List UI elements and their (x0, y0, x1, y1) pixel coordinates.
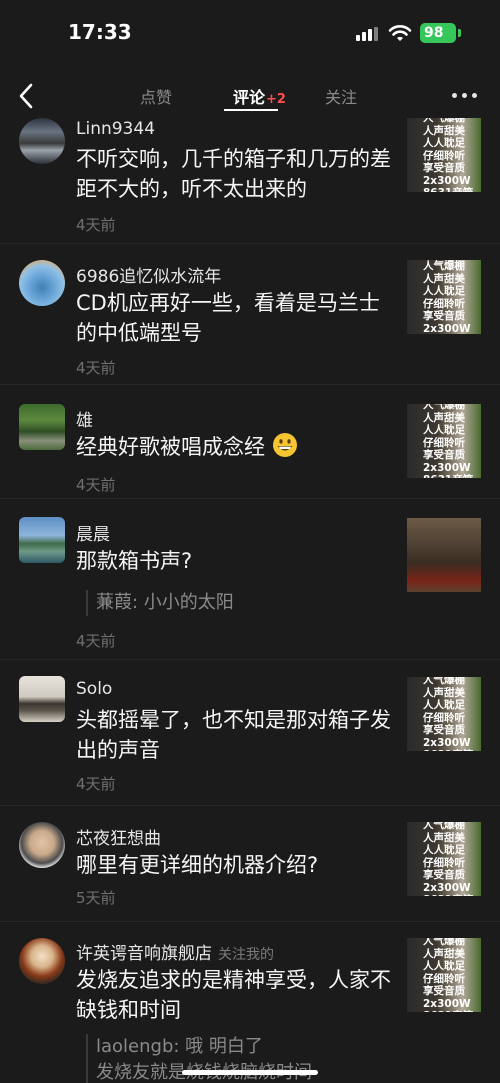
comment-author[interactable]: Linn9344 (76, 119, 155, 139)
reply-quote[interactable]: 蒹葭: 小小的太阳 (86, 590, 234, 616)
grinning-face-emoji (272, 433, 297, 457)
comment-list[interactable]: Linn9344 不听交响，几千的箱子和几万的差距不大的，听不太出来的 4天前 … (0, 118, 500, 1083)
tab-likes[interactable]: 点赞 (140, 84, 172, 108)
comment-text: 那款箱书声? (76, 549, 193, 573)
more-icon[interactable] (452, 93, 478, 99)
video-thumbnail[interactable]: 人气爆棚 人声甜美 人人耽足 仔细聆听 享受音质 2x300W 8631音箱 (407, 938, 481, 1012)
back-icon[interactable] (16, 82, 38, 110)
status-bar: 17:33 98 (0, 0, 500, 70)
tab-likes-label: 点赞 (140, 88, 173, 107)
avatar[interactable] (19, 404, 65, 450)
comment-author[interactable]: 芯夜狂想曲 (76, 824, 161, 849)
thumbnail-caption: 人气爆棚 人声甜美 人人耽足 仔细聆听 享受音质 2x300W 8631音箱 (423, 118, 473, 192)
list-item[interactable]: Linn9344 不听交响，几千的箱子和几万的差距不大的，听不太出来的 4天前 … (0, 118, 500, 244)
list-item[interactable]: 雄 经典好歌被唱成念经 4天前 人气爆棚 人声甜美 人人耽足 仔细聆听 享受音质… (0, 385, 500, 499)
comment-time: 4天前 (76, 632, 116, 650)
list-item[interactable]: 晨晨 那款箱书声? 蒹葭: 小小的太阳 4天前 (0, 499, 500, 660)
avatar[interactable] (19, 676, 65, 722)
wifi-icon (388, 25, 412, 41)
comment-author[interactable]: 6986追忆似水流年 (76, 262, 221, 287)
tab-comments-badge: +2 (266, 92, 286, 107)
thumbnail-caption: 人气爆棚 人声甜美 人人耽足 仔细聆听 享受音质 2x300W 8631音箱 (423, 822, 473, 896)
video-thumbnail[interactable]: 人气爆棚 人声甜美 人人耽足 仔细聆听 享受音质 2x300W 8631音箱 (407, 260, 481, 334)
comment-author-name: 许英谔音响旗舰店 (76, 944, 212, 964)
video-thumbnail[interactable]: 人气爆棚 人声甜美 人人耽足 仔细聆听 享受音质 2x300W 8631音箱 (407, 118, 481, 192)
home-indicator[interactable] (182, 1070, 318, 1075)
avatar[interactable] (19, 822, 65, 868)
comment-text: 不听交响，几千的箱子和几万的差距不大的，听不太出来的 (76, 147, 391, 201)
comment-text: CD机应再好一些，看着是马兰士的中低端型号 (76, 291, 380, 345)
comment-text-content: 经典好歌被唱成念经 (76, 435, 265, 459)
avatar[interactable] (19, 118, 65, 164)
comment-author[interactable]: 雄 (76, 406, 93, 431)
list-item[interactable]: Solo 头都摇晕了，也不知是那对箱子发出的声音 4天前 人气爆棚 人声甜美 人… (0, 660, 500, 806)
video-thumbnail[interactable]: 人气爆棚 人声甜美 人人耽足 仔细聆听 享受音质 2x300W 8631音箱 (407, 677, 481, 751)
status-time: 17:33 (68, 20, 132, 44)
comment-author[interactable]: Solo (76, 679, 112, 699)
comment-author[interactable]: 许英谔音响旗舰店 关注我的 (76, 939, 274, 964)
tab-follows-label: 关注 (325, 88, 358, 107)
battery-icon: 98 (420, 23, 456, 43)
list-item[interactable]: 许英谔音响旗舰店 关注我的 发烧友追求的是精神享受，人家不缺钱和时间 laolen… (0, 922, 500, 1083)
comment-time: 4天前 (76, 476, 116, 494)
thumbnail-caption: 人气爆棚 人声甜美 人人耽足 仔细聆听 享受音质 2x300W 8631音箱 (423, 404, 473, 478)
avatar[interactable] (19, 517, 65, 563)
comment-time: 5天前 (76, 889, 116, 907)
tab-follows[interactable]: 关注 (325, 84, 357, 108)
tab-comments-label: 评论 (233, 88, 266, 107)
follower-tag: 关注我的 (218, 947, 274, 963)
signal-icon (356, 27, 378, 41)
comment-text: 头都摇晕了，也不知是那对箱子发出的声音 (76, 708, 391, 762)
avatar[interactable] (19, 938, 65, 984)
top-nav: 点赞 评论+2 关注 (0, 70, 500, 122)
comment-time: 4天前 (76, 775, 116, 793)
thumbnail-caption: 人气爆棚 人声甜美 人人耽足 仔细聆听 享受音质 2x300W 8631音箱 (423, 938, 473, 1012)
list-item[interactable]: 芯夜狂想曲 哪里有更详细的机器介绍? 5天前 人气爆棚 人声甜美 人人耽足 仔细… (0, 806, 500, 922)
comment-time: 4天前 (76, 359, 116, 377)
comment-time: 4天前 (76, 216, 116, 234)
battery-tip (458, 29, 461, 37)
comment-text: 哪里有更详细的机器介绍? (76, 853, 319, 877)
video-thumbnail[interactable]: 人气爆棚 人声甜美 人人耽足 仔细聆听 享受音质 2x300W 8631音箱 (407, 404, 481, 478)
active-tab-underline (224, 109, 278, 111)
list-item[interactable]: 6986追忆似水流年 CD机应再好一些，看着是马兰士的中低端型号 4天前 人气爆… (0, 244, 500, 385)
thumbnail-caption: 人气爆棚 人声甜美 人人耽足 仔细聆听 享受音质 2x300W 8631音箱 (423, 677, 473, 751)
avatar[interactable] (19, 260, 65, 306)
comment-text: 经典好歌被唱成念经 (76, 432, 394, 462)
reply-line-1: laolengb: 哦 明白了 (96, 1036, 263, 1057)
comment-author[interactable]: 晨晨 (76, 520, 110, 545)
video-thumbnail[interactable] (407, 518, 481, 592)
reply-quote[interactable]: laolengb: 哦 明白了 发烧友就是烧钱烧脑烧时间 (86, 1034, 312, 1083)
video-thumbnail[interactable]: 人气爆棚 人声甜美 人人耽足 仔细聆听 享受音质 2x300W 8631音箱 (407, 822, 481, 896)
comment-text: 发烧友追求的是精神享受，人家不缺钱和时间 (76, 968, 391, 1022)
tab-comments[interactable]: 评论+2 (233, 84, 286, 108)
thumbnail-caption: 人气爆棚 人声甜美 人人耽足 仔细聆听 享受音质 2x300W 8631音箱 (423, 260, 471, 334)
